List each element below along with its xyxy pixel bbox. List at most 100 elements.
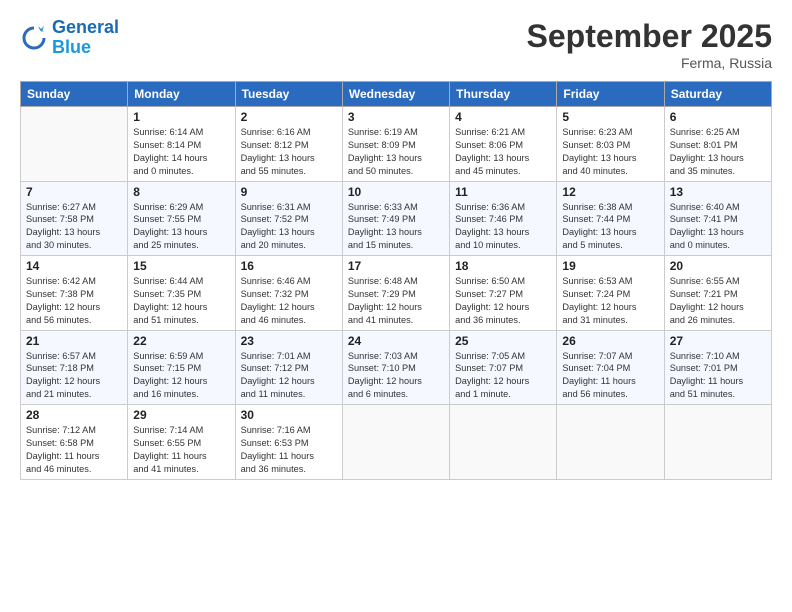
day-info: Sunrise: 6:42 AM Sunset: 7:38 PM Dayligh… bbox=[26, 275, 122, 327]
day-info: Sunrise: 6:14 AM Sunset: 8:14 PM Dayligh… bbox=[133, 126, 229, 178]
day-number: 20 bbox=[670, 259, 766, 273]
day-number: 27 bbox=[670, 334, 766, 348]
day-info: Sunrise: 7:14 AM Sunset: 6:55 PM Dayligh… bbox=[133, 424, 229, 476]
day-number: 8 bbox=[133, 185, 229, 199]
calendar-cell: 21Sunrise: 6:57 AM Sunset: 7:18 PM Dayli… bbox=[21, 330, 128, 405]
day-info: Sunrise: 6:53 AM Sunset: 7:24 PM Dayligh… bbox=[562, 275, 658, 327]
day-info: Sunrise: 6:59 AM Sunset: 7:15 PM Dayligh… bbox=[133, 350, 229, 402]
day-number: 3 bbox=[348, 110, 444, 124]
location: Ferma, Russia bbox=[527, 55, 772, 71]
calendar-cell: 15 Sunrise: 6:44 AM Sunset: 7:35 PM Dayli… bbox=[128, 256, 235, 331]
calendar-cell: 24Sunrise: 7:03 AM Sunset: 7:10 PM Dayli… bbox=[342, 330, 449, 405]
day-info: Sunrise: 6:38 AM Sunset: 7:44 PM Dayligh… bbox=[562, 201, 658, 253]
calendar-cell bbox=[450, 405, 557, 480]
calendar-cell: 16 Sunrise: 6:46 AM Sunset: 7:32 PM Dayli… bbox=[235, 256, 342, 331]
calendar-cell: 13Sunrise: 6:40 AM Sunset: 7:41 PM Dayli… bbox=[664, 181, 771, 256]
day-info: Sunrise: 7:03 AM Sunset: 7:10 PM Dayligh… bbox=[348, 350, 444, 402]
day-number: 29 bbox=[133, 408, 229, 422]
calendar-cell: 25Sunrise: 7:05 AM Sunset: 7:07 PM Dayli… bbox=[450, 330, 557, 405]
day-number: 12 bbox=[562, 185, 658, 199]
day-info: Sunrise: 6:36 AM Sunset: 7:46 PM Dayligh… bbox=[455, 201, 551, 253]
day-number: 21 bbox=[26, 334, 122, 348]
day-info: Sunrise: 6:27 AM Sunset: 7:58 PM Dayligh… bbox=[26, 201, 122, 253]
calendar-cell bbox=[664, 405, 771, 480]
day-info: Sunrise: 6:55 AM Sunset: 7:21 PM Dayligh… bbox=[670, 275, 766, 327]
calendar-cell: 18Sunrise: 6:50 AM Sunset: 7:27 PM Dayli… bbox=[450, 256, 557, 331]
calendar-header-saturday: Saturday bbox=[664, 82, 771, 107]
day-number: 7 bbox=[26, 185, 122, 199]
calendar-week-row: 14 Sunrise: 6:42 AM Sunset: 7:38 PM Dayli… bbox=[21, 256, 772, 331]
day-number: 13 bbox=[670, 185, 766, 199]
day-number: 17 bbox=[348, 259, 444, 273]
day-number: 19 bbox=[562, 259, 658, 273]
header: General Blue September 2025 Ferma, Russi… bbox=[20, 18, 772, 71]
day-number: 6 bbox=[670, 110, 766, 124]
day-number: 15 bbox=[133, 259, 229, 273]
calendar-header-tuesday: Tuesday bbox=[235, 82, 342, 107]
day-info: Sunrise: 6:48 AM Sunset: 7:29 PM Dayligh… bbox=[348, 275, 444, 327]
calendar-cell: 19 Sunrise: 6:53 AM Sunset: 7:24 PM Dayli… bbox=[557, 256, 664, 331]
calendar-cell: 9 Sunrise: 6:31 AM Sunset: 7:52 PM Daylig… bbox=[235, 181, 342, 256]
day-info: Sunrise: 7:16 AM Sunset: 6:53 PM Dayligh… bbox=[241, 424, 337, 476]
day-info: Sunrise: 6:25 AM Sunset: 8:01 PM Dayligh… bbox=[670, 126, 766, 178]
calendar-week-row: 1 Sunrise: 6:14 AM Sunset: 8:14 PM Daylig… bbox=[21, 107, 772, 182]
day-number: 25 bbox=[455, 334, 551, 348]
calendar-cell: 4 Sunrise: 6:21 AM Sunset: 8:06 PM Daylig… bbox=[450, 107, 557, 182]
day-number: 5 bbox=[562, 110, 658, 124]
calendar-header-monday: Monday bbox=[128, 82, 235, 107]
calendar-cell: 20 Sunrise: 6:55 AM Sunset: 7:21 PM Dayli… bbox=[664, 256, 771, 331]
logo-text: General Blue bbox=[52, 18, 119, 58]
day-info: Sunrise: 7:01 AM Sunset: 7:12 PM Dayligh… bbox=[241, 350, 337, 402]
day-info: Sunrise: 7:07 AM Sunset: 7:04 PM Dayligh… bbox=[562, 350, 658, 402]
logo-icon bbox=[20, 24, 48, 52]
calendar-cell bbox=[21, 107, 128, 182]
logo: General Blue bbox=[20, 18, 119, 58]
day-number: 26 bbox=[562, 334, 658, 348]
page: General Blue September 2025 Ferma, Russi… bbox=[0, 0, 792, 612]
day-info: Sunrise: 6:19 AM Sunset: 8:09 PM Dayligh… bbox=[348, 126, 444, 178]
day-number: 11 bbox=[455, 185, 551, 199]
calendar-cell bbox=[342, 405, 449, 480]
calendar-cell: 27 Sunrise: 7:10 AM Sunset: 7:01 PM Dayli… bbox=[664, 330, 771, 405]
day-info: Sunrise: 6:44 AM Sunset: 7:35 PM Dayligh… bbox=[133, 275, 229, 327]
day-info: Sunrise: 7:10 AM Sunset: 7:01 PM Dayligh… bbox=[670, 350, 766, 402]
day-info: Sunrise: 6:16 AM Sunset: 8:12 PM Dayligh… bbox=[241, 126, 337, 178]
day-info: Sunrise: 6:46 AM Sunset: 7:32 PM Dayligh… bbox=[241, 275, 337, 327]
calendar-cell: 2Sunrise: 6:16 AM Sunset: 8:12 PM Daylig… bbox=[235, 107, 342, 182]
day-number: 16 bbox=[241, 259, 337, 273]
calendar-cell: 22Sunrise: 6:59 AM Sunset: 7:15 PM Dayli… bbox=[128, 330, 235, 405]
calendar-cell: 1 Sunrise: 6:14 AM Sunset: 8:14 PM Daylig… bbox=[128, 107, 235, 182]
calendar-week-row: 21Sunrise: 6:57 AM Sunset: 7:18 PM Dayli… bbox=[21, 330, 772, 405]
day-number: 10 bbox=[348, 185, 444, 199]
calendar-week-row: 7 Sunrise: 6:27 AM Sunset: 7:58 PM Daylig… bbox=[21, 181, 772, 256]
day-info: Sunrise: 6:50 AM Sunset: 7:27 PM Dayligh… bbox=[455, 275, 551, 327]
day-number: 30 bbox=[241, 408, 337, 422]
calendar-cell: 5Sunrise: 6:23 AM Sunset: 8:03 PM Daylig… bbox=[557, 107, 664, 182]
title-block: September 2025 Ferma, Russia bbox=[527, 18, 772, 71]
day-number: 14 bbox=[26, 259, 122, 273]
day-number: 4 bbox=[455, 110, 551, 124]
calendar-header-friday: Friday bbox=[557, 82, 664, 107]
calendar-cell: 10Sunrise: 6:33 AM Sunset: 7:49 PM Dayli… bbox=[342, 181, 449, 256]
calendar-cell: 8Sunrise: 6:29 AM Sunset: 7:55 PM Daylig… bbox=[128, 181, 235, 256]
calendar-cell bbox=[557, 405, 664, 480]
calendar-header-sunday: Sunday bbox=[21, 82, 128, 107]
day-info: Sunrise: 6:21 AM Sunset: 8:06 PM Dayligh… bbox=[455, 126, 551, 178]
day-number: 28 bbox=[26, 408, 122, 422]
calendar-cell: 30 Sunrise: 7:16 AM Sunset: 6:53 PM Dayli… bbox=[235, 405, 342, 480]
calendar-cell: 17 Sunrise: 6:48 AM Sunset: 7:29 PM Dayli… bbox=[342, 256, 449, 331]
day-number: 23 bbox=[241, 334, 337, 348]
calendar-cell: 23 Sunrise: 7:01 AM Sunset: 7:12 PM Dayli… bbox=[235, 330, 342, 405]
calendar-header-wednesday: Wednesday bbox=[342, 82, 449, 107]
calendar-cell: 28 Sunrise: 7:12 AM Sunset: 6:58 PM Dayli… bbox=[21, 405, 128, 480]
calendar-header-thursday: Thursday bbox=[450, 82, 557, 107]
calendar-cell: 11 Sunrise: 6:36 AM Sunset: 7:46 PM Dayli… bbox=[450, 181, 557, 256]
day-number: 9 bbox=[241, 185, 337, 199]
calendar-cell: 3 Sunrise: 6:19 AM Sunset: 8:09 PM Daylig… bbox=[342, 107, 449, 182]
calendar-cell: 26 Sunrise: 7:07 AM Sunset: 7:04 PM Dayli… bbox=[557, 330, 664, 405]
month-title: September 2025 bbox=[527, 18, 772, 55]
calendar-cell: 14 Sunrise: 6:42 AM Sunset: 7:38 PM Dayli… bbox=[21, 256, 128, 331]
day-number: 1 bbox=[133, 110, 229, 124]
day-info: Sunrise: 6:31 AM Sunset: 7:52 PM Dayligh… bbox=[241, 201, 337, 253]
day-info: Sunrise: 7:12 AM Sunset: 6:58 PM Dayligh… bbox=[26, 424, 122, 476]
